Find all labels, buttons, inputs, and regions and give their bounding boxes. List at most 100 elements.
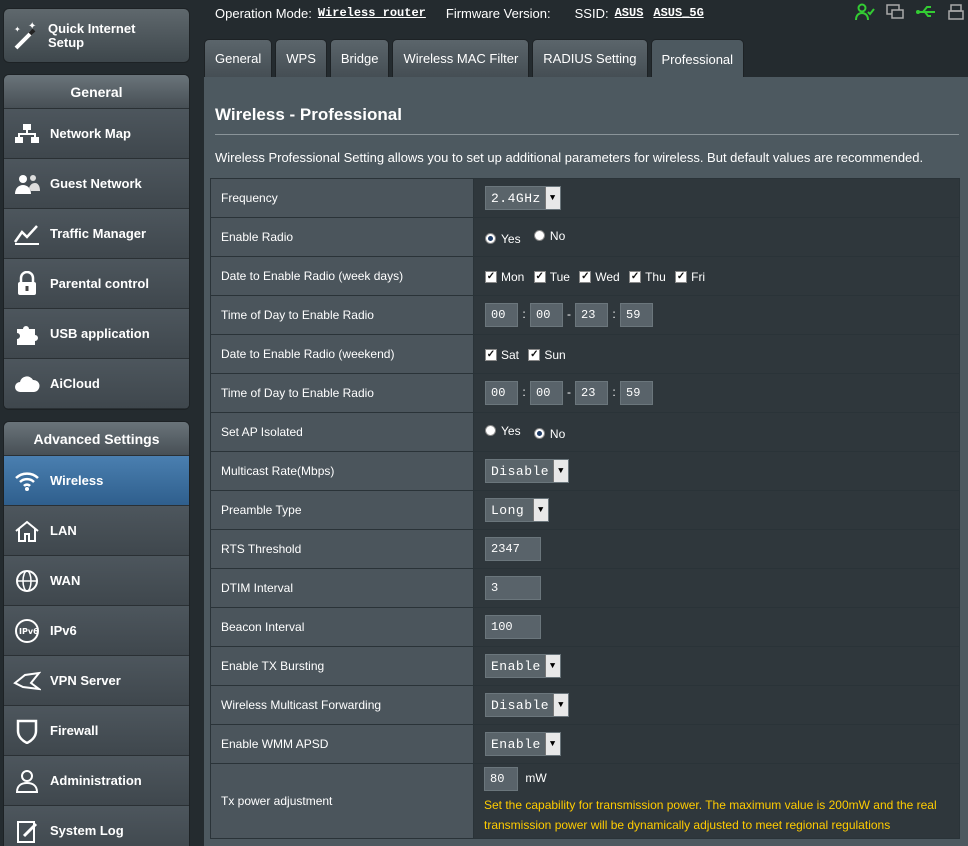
operation-mode-label: Operation Mode: — [215, 5, 312, 21]
radio-button[interactable] — [533, 230, 545, 241]
title-divider — [215, 134, 959, 135]
enable-radio-no[interactable]: No — [533, 229, 565, 243]
tab-wps[interactable]: WPS — [275, 39, 327, 77]
checkbox[interactable]: ✓ — [528, 349, 541, 361]
chevron-down-icon: ▼ — [533, 499, 548, 521]
usb-icon[interactable] — [915, 3, 937, 24]
table-row: Tx power adjustment 80 mW Set the capabi… — [210, 763, 960, 839]
weekday-start-hour-input[interactable]: 00 — [485, 303, 518, 327]
tab-wireless-mac-filter[interactable]: Wireless MAC Filter — [392, 39, 530, 77]
checkbox[interactable]: ✓ — [485, 271, 497, 283]
menu-item-label: AiCloud — [50, 376, 100, 391]
table-row: Multicast Rate(Mbps) Disable ▼ — [210, 451, 960, 491]
menu-item-firewall[interactable]: Firewall — [4, 706, 189, 756]
preamble-type-select[interactable]: Long ▼ — [485, 498, 549, 522]
menu-item-vpn-server[interactable]: VPN Server — [4, 656, 189, 706]
menu-item-usb-application[interactable]: USB application — [4, 309, 189, 359]
colon-separator: : — [522, 385, 526, 399]
tab-radius-setting[interactable]: RADIUS Setting — [532, 39, 648, 77]
radio-label: Yes — [501, 231, 521, 246]
radio-button[interactable] — [533, 428, 545, 439]
dtim-interval-input[interactable]: 3 — [485, 576, 541, 600]
menu-item-parental-control[interactable]: Parental control — [4, 259, 189, 309]
checkbox[interactable]: ✓ — [675, 271, 688, 283]
wmm-apsd-select[interactable]: Enable ▼ — [485, 732, 561, 756]
menu-item-label: WAN — [50, 573, 81, 588]
weekend-end-minute-input[interactable]: 59 — [620, 381, 653, 405]
menu-item-wan[interactable]: WAN — [4, 556, 189, 606]
multicast-forwarding-select[interactable]: Disable ▼ — [485, 693, 570, 717]
table-row: DTIM Interval 3 — [210, 568, 960, 608]
tab-professional[interactable]: Professional — [650, 39, 745, 78]
table-row: Date to Enable Radio (week days) ✓ Mon ✓ T… — [210, 256, 960, 296]
weekend-start-minute-input[interactable]: 00 — [530, 381, 563, 405]
setting-label: Time of Day to Enable Radio — [210, 373, 474, 413]
ssid-link-5g[interactable]: ASUS_5G — [653, 6, 703, 20]
tx-power-unit: mW — [525, 771, 547, 785]
table-row: RTS Threshold 2347 — [210, 529, 960, 569]
frequency-select[interactable]: 2.4GHz ▼ — [485, 186, 561, 210]
quick-internet-setup-button[interactable]: ✦ ✦ Quick Internet Setup — [3, 8, 190, 63]
advanced-menu: Advanced Settings Wireless LAN WAN IPv6 … — [3, 421, 190, 846]
radio-button[interactable] — [485, 425, 496, 436]
checkbox-tue[interactable]: ✓ Tue — [533, 270, 570, 284]
menu-item-aicloud[interactable]: AiCloud — [4, 359, 189, 409]
table-row: Set AP Isolated Yes No — [210, 412, 960, 452]
tab-general[interactable]: General — [204, 39, 273, 77]
chevron-down-icon: ▼ — [553, 694, 569, 716]
tx-power-input[interactable]: 80 — [484, 767, 518, 791]
checkbox-sat[interactable]: ✓ Sat — [485, 348, 519, 362]
checkbox-mon[interactable]: ✓ Mon — [485, 270, 524, 284]
checkbox[interactable]: ✓ — [579, 271, 592, 283]
chevron-down-icon: ▼ — [544, 187, 560, 209]
tx-bursting-select[interactable]: Enable ▼ — [485, 654, 561, 678]
menu-item-network-map[interactable]: Network Map — [4, 109, 189, 159]
weekday-end-minute-input[interactable]: 59 — [620, 303, 653, 327]
checkbox-sun[interactable]: ✓ Sun — [528, 348, 566, 362]
menu-item-wireless[interactable]: Wireless — [4, 456, 189, 506]
menu-item-lan[interactable]: LAN — [4, 506, 189, 556]
general-menu: General Network Map Guest Network Traffi… — [3, 74, 190, 410]
users-icon[interactable] — [855, 3, 875, 24]
menu-item-traffic-manager[interactable]: Traffic Manager — [4, 209, 189, 259]
setting-label: Enable TX Bursting — [210, 646, 474, 686]
operation-mode-link[interactable]: Wireless router — [318, 6, 426, 20]
setting-label: Frequency — [210, 178, 474, 218]
printer-icon[interactable] — [947, 3, 965, 24]
setting-label: Time of Day to Enable Radio — [210, 295, 474, 335]
setting-label: Beacon Interval — [210, 607, 474, 647]
beacon-interval-input[interactable]: 100 — [485, 615, 541, 639]
weekday-end-hour-input[interactable]: 23 — [575, 303, 608, 327]
weekday-start-minute-input[interactable]: 00 — [530, 303, 563, 327]
checkbox-label: Sun — [544, 348, 566, 362]
checkbox-fri[interactable]: ✓ Fri — [675, 270, 705, 284]
checkbox[interactable]: ✓ — [629, 271, 642, 283]
multicast-forwarding-value: Disable — [491, 697, 550, 713]
sidebar: ✦ ✦ Quick Internet Setup General Network … — [0, 0, 200, 846]
tab-bridge[interactable]: Bridge — [329, 39, 390, 77]
ap-isolated-yes[interactable]: Yes — [485, 424, 521, 438]
weekend-start-hour-input[interactable]: 00 — [485, 381, 518, 405]
menu-item-system-log[interactable]: System Log — [4, 806, 189, 846]
radio-button[interactable] — [485, 233, 496, 244]
table-row: Preamble Type Long ▼ — [210, 490, 960, 530]
menu-item-administration[interactable]: Administration — [4, 756, 189, 806]
setting-label: Set AP Isolated — [210, 412, 474, 452]
ap-isolated-no[interactable]: No — [533, 427, 565, 441]
ssid-link-2g[interactable]: ASUS — [615, 6, 644, 20]
checkbox-thu[interactable]: ✓ Thu — [629, 270, 666, 284]
chevron-down-icon: ▼ — [544, 733, 560, 755]
network-map-icon — [4, 122, 50, 146]
display-icon[interactable] — [885, 3, 905, 24]
weekend-end-hour-input[interactable]: 23 — [575, 381, 608, 405]
menu-item-ipv6[interactable]: IPv6 IPv6 — [4, 606, 189, 656]
colon-separator: : — [612, 385, 616, 399]
checkbox[interactable]: ✓ — [485, 349, 497, 361]
rts-threshold-input[interactable]: 2347 — [485, 537, 541, 561]
enable-radio-yes[interactable]: Yes — [485, 232, 521, 246]
checkbox-wed[interactable]: ✓ Wed — [579, 270, 620, 284]
menu-item-guest-network[interactable]: Guest Network — [4, 159, 189, 209]
multicast-rate-select[interactable]: Disable ▼ — [485, 459, 570, 483]
menu-item-label: IPv6 — [50, 623, 77, 638]
checkbox[interactable]: ✓ — [533, 271, 546, 283]
